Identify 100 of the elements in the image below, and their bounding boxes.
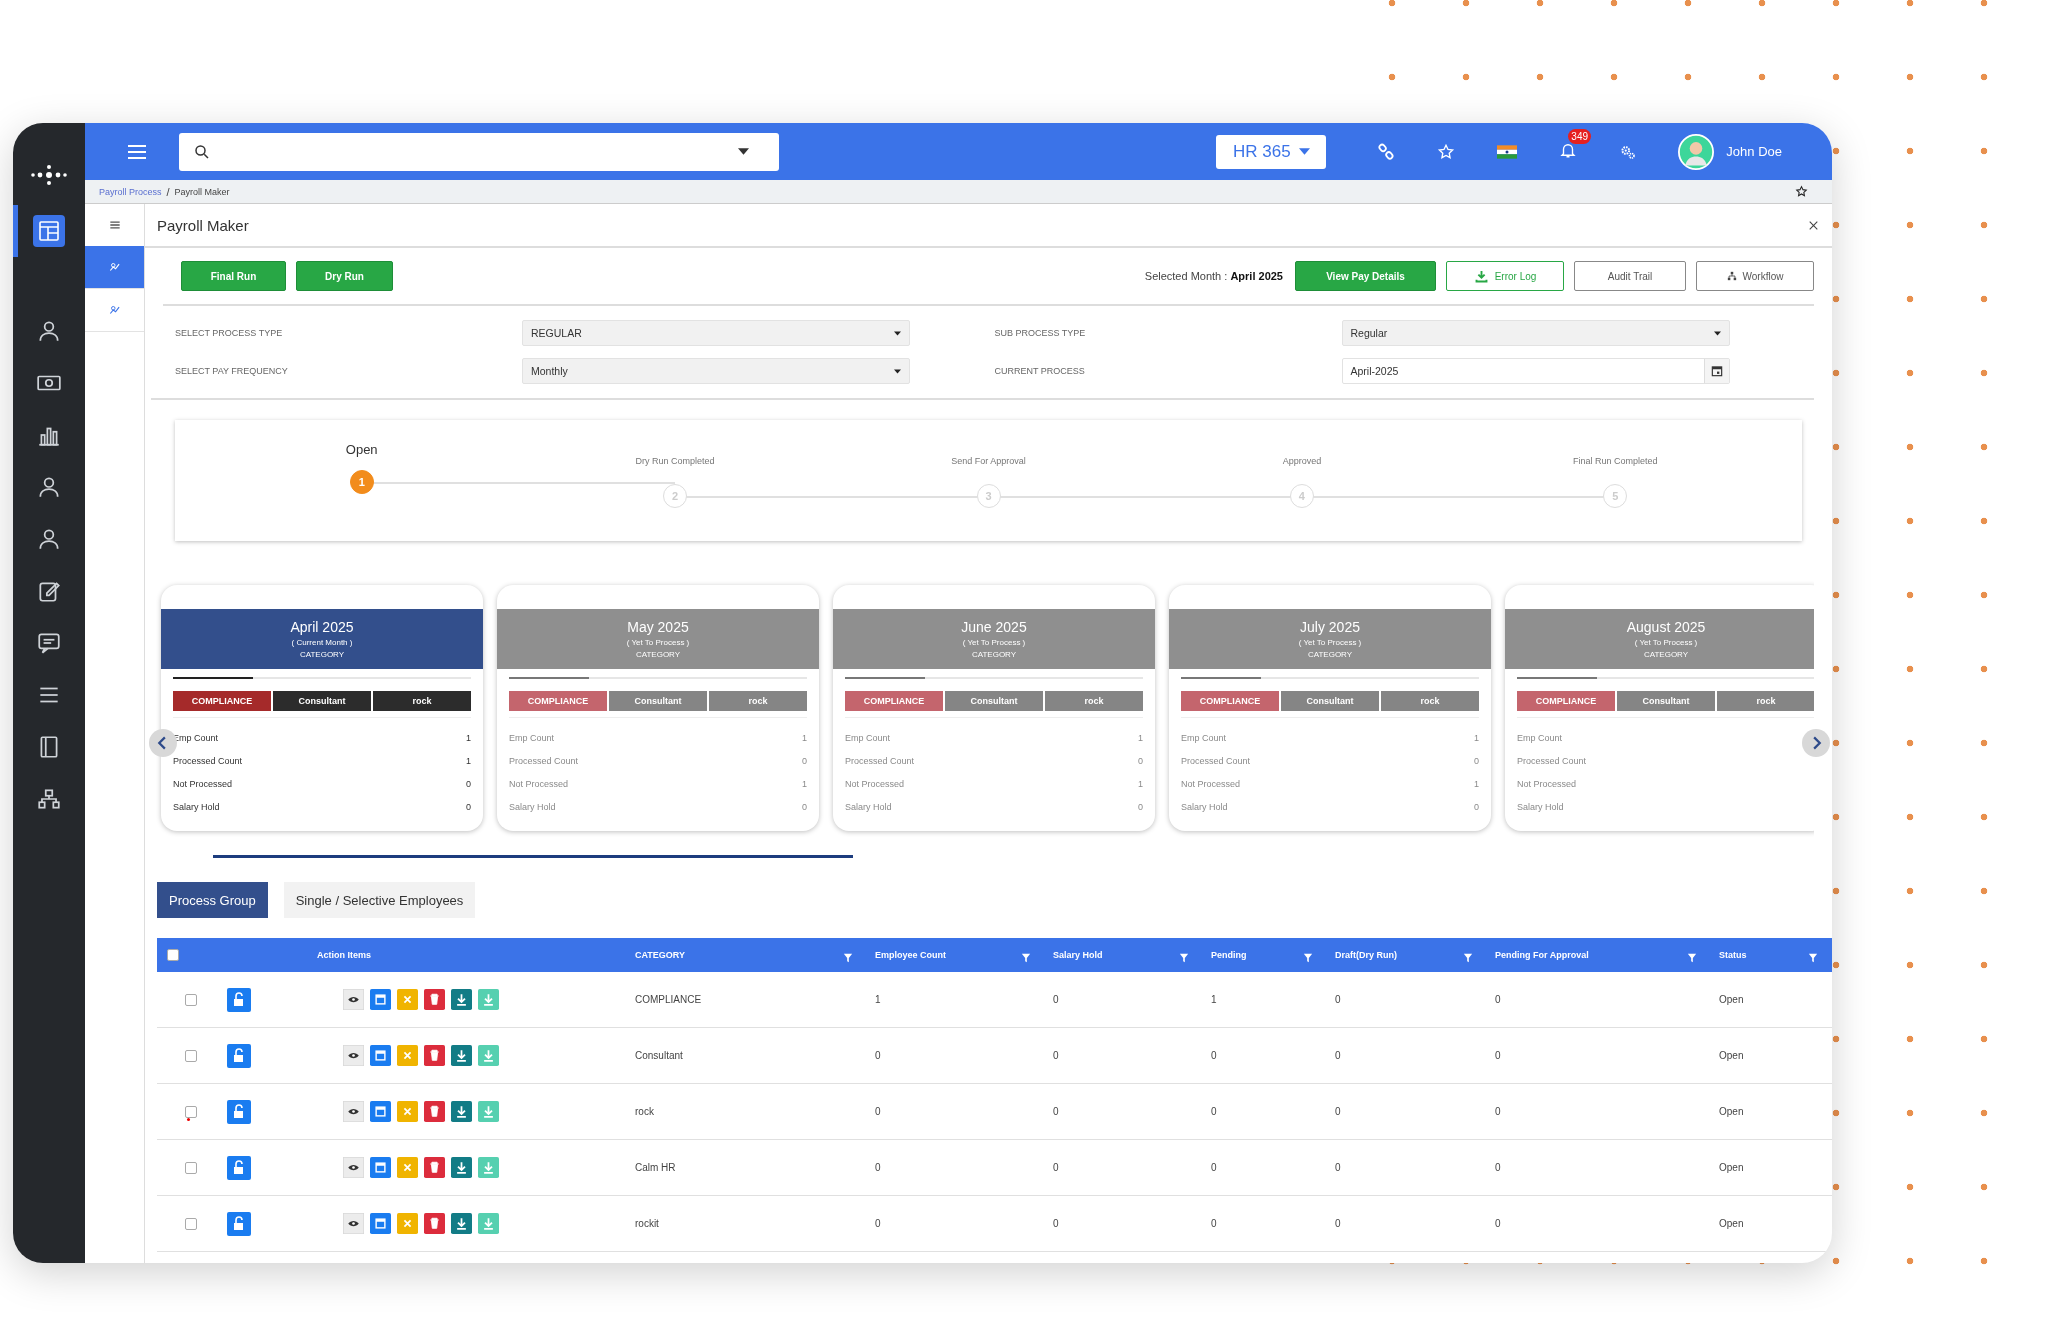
- menu-icon[interactable]: [107, 218, 122, 232]
- filter-icon[interactable]: [843, 953, 853, 963]
- category-tag[interactable]: rock: [1045, 691, 1143, 711]
- action-button[interactable]: Audit Trail: [1574, 261, 1686, 291]
- category-tag[interactable]: COMPLIANCE: [173, 691, 271, 711]
- unlock-button[interactable]: [227, 1155, 251, 1180]
- view-button[interactable]: [343, 1045, 364, 1066]
- avatar[interactable]: [1678, 133, 1715, 170]
- row-checkbox[interactable]: [185, 1105, 197, 1118]
- star-icon[interactable]: [1795, 185, 1808, 198]
- breadcrumb-link[interactable]: Payroll Process: [99, 186, 162, 197]
- view-button[interactable]: [343, 1213, 364, 1234]
- category-tag[interactable]: Consultant: [1617, 691, 1715, 711]
- star-icon[interactable]: [1437, 142, 1456, 161]
- download-button[interactable]: [451, 1157, 472, 1178]
- user-name[interactable]: John Doe: [1726, 144, 1782, 159]
- category-tag[interactable]: COMPLIANCE: [1181, 691, 1279, 711]
- calendar-button[interactable]: [370, 1157, 391, 1178]
- calendar-button[interactable]: [370, 1213, 391, 1234]
- category-tag[interactable]: Consultant: [1281, 691, 1379, 711]
- view-button[interactable]: [343, 1101, 364, 1122]
- unlock-button[interactable]: [227, 1099, 251, 1124]
- delete-button[interactable]: [424, 1213, 445, 1234]
- select-all-checkbox[interactable]: [167, 949, 179, 961]
- download-button[interactable]: [451, 1213, 472, 1234]
- action-button[interactable]: View Pay Details: [1295, 261, 1436, 291]
- delete-button[interactable]: [424, 1157, 445, 1178]
- table-cell: 0: [1053, 1106, 1059, 1117]
- category-tag[interactable]: COMPLIANCE: [1517, 691, 1615, 711]
- filter-icon[interactable]: [1808, 953, 1818, 963]
- table-cell: 1: [1211, 994, 1217, 1005]
- category-tag[interactable]: COMPLIANCE: [845, 691, 943, 711]
- link-icon[interactable]: [1377, 142, 1396, 161]
- category-tag[interactable]: Consultant: [273, 691, 371, 711]
- row-checkbox[interactable]: [185, 1217, 197, 1230]
- filter-icon[interactable]: [1463, 953, 1473, 963]
- table-cell: 0: [1053, 994, 1059, 1005]
- view-tab[interactable]: Single / Selective Employees: [283, 882, 476, 918]
- table-cell: 0: [1335, 1218, 1341, 1229]
- month-card[interactable]: June 2025 ( Yet To Process ) CATEGORY COMPLIANCE Consultant rock Emp Count 1 Processed Count 0 Not Processed 1 Salary Hold 0: [833, 585, 1155, 831]
- run-button[interactable]: Final Run: [181, 261, 286, 291]
- table-cell: 0: [1053, 1218, 1059, 1229]
- select-field[interactable]: Regular: [1341, 320, 1730, 346]
- select-field[interactable]: Monthly: [522, 358, 910, 384]
- table-cell: 1: [875, 994, 881, 1005]
- carousel-scrollbar[interactable]: [213, 855, 853, 858]
- view-tab[interactable]: Process Group: [157, 882, 268, 918]
- table-cell: Open: [1719, 1218, 1744, 1229]
- filter-icon[interactable]: [1303, 953, 1313, 963]
- date-field[interactable]: April-2025: [1341, 358, 1730, 384]
- calendar-button[interactable]: [370, 1101, 391, 1122]
- calendar-button[interactable]: [370, 1045, 391, 1066]
- step-circle[interactable]: 1: [349, 470, 374, 494]
- unlock-button[interactable]: [227, 1211, 251, 1236]
- delete-button[interactable]: [424, 1101, 445, 1122]
- unlock-button[interactable]: [227, 987, 251, 1012]
- search-field[interactable]: [179, 132, 779, 171]
- calendar-icon[interactable]: [1703, 359, 1729, 383]
- unlock-button[interactable]: [227, 1043, 251, 1068]
- filter-icon[interactable]: [1687, 953, 1697, 963]
- stat-value: 0: [1138, 755, 1143, 766]
- card-month: May 2025: [627, 619, 689, 635]
- month-card[interactable]: August 2025 ( Yet To Process ) CATEGORY COMPLIANCE Consultant rock Emp Count Processed Count Not Processed Salary Hold: [1505, 585, 1814, 831]
- product-dropdown[interactable]: HR 365: [1216, 134, 1327, 169]
- delete-button[interactable]: [424, 989, 445, 1010]
- month-card[interactable]: July 2025 ( Yet To Process ) CATEGORY COMPLIANCE Consultant rock Emp Count 1 Processed Count 0 Not Processed 1 Salary Hold 0: [1169, 585, 1491, 831]
- row-checkbox[interactable]: [185, 1161, 197, 1174]
- category-tag[interactable]: COMPLIANCE: [509, 691, 607, 711]
- stat-value: 0: [802, 755, 807, 766]
- action-button[interactable]: Error Log: [1446, 261, 1564, 291]
- download-button[interactable]: [451, 1045, 472, 1066]
- logo-icon: [29, 163, 69, 187]
- row-checkbox[interactable]: [185, 993, 197, 1006]
- category-tag[interactable]: rock: [709, 691, 807, 711]
- download-icon: [1473, 268, 1489, 284]
- category-tag[interactable]: rock: [373, 691, 471, 711]
- run-button[interactable]: Dry Run: [296, 261, 393, 291]
- next-button[interactable]: [1802, 729, 1830, 757]
- view-button[interactable]: [343, 989, 364, 1010]
- calendar-button[interactable]: [370, 989, 391, 1010]
- category-tag[interactable]: rock: [1381, 691, 1479, 711]
- column-header: Pending: [1211, 950, 1247, 960]
- org-chart-icon: [36, 786, 62, 812]
- action-button[interactable]: Workflow: [1696, 261, 1814, 291]
- flag-icon[interactable]: [1497, 144, 1518, 159]
- download-button[interactable]: [451, 989, 472, 1010]
- delete-button[interactable]: [424, 1045, 445, 1066]
- view-button[interactable]: [343, 1157, 364, 1178]
- filter-icon[interactable]: [1179, 953, 1189, 963]
- table-cell: 0: [1335, 1162, 1341, 1173]
- category-tag[interactable]: Consultant: [945, 691, 1043, 711]
- stat-value: 1: [1474, 732, 1479, 743]
- month-card[interactable]: May 2025 ( Yet To Process ) CATEGORY COMPLIANCE Consultant rock Emp Count 1 Processed Count 0 Not Processed 1 Salary Hold 0: [497, 585, 819, 831]
- category-tag[interactable]: Consultant: [609, 691, 707, 711]
- row-checkbox[interactable]: [185, 1049, 197, 1062]
- stat-value: 0: [1474, 755, 1479, 766]
- select-field[interactable]: REGULAR: [522, 320, 910, 346]
- download-button[interactable]: [451, 1101, 472, 1122]
- filter-icon[interactable]: [1021, 953, 1031, 963]
- category-tag[interactable]: rock: [1717, 691, 1814, 711]
